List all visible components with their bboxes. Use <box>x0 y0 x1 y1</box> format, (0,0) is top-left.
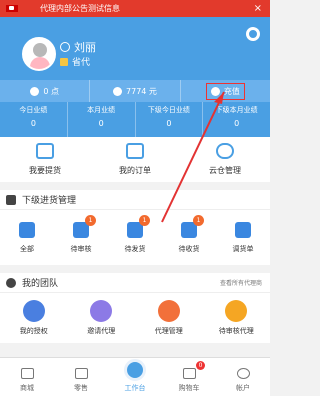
agent-management[interactable]: 代理管理 <box>135 293 203 343</box>
tab-workbench[interactable]: 工作台 <box>108 358 162 396</box>
authorization-icon <box>22 300 45 322</box>
stats-row: 今日业绩 0 本月业绩 0 下级今日业绩 0 下级本月业绩 0 <box>0 102 270 137</box>
recharge-cell[interactable]: 充值 <box>179 80 270 102</box>
user-name: 刘丽 <box>74 41 96 54</box>
points-icon <box>30 86 40 96</box>
tab-cart[interactable]: 0 购物车 <box>162 358 216 396</box>
purchase-section-title: 下级进货管理 <box>0 190 270 210</box>
gear-icon[interactable] <box>246 27 260 41</box>
home-icon <box>20 368 34 379</box>
purchase-transfer[interactable]: 调货单 <box>216 210 270 265</box>
count-badge: 1 <box>193 215 204 226</box>
flag-icon <box>6 5 18 12</box>
my-orders-button[interactable]: 我的订单 <box>90 137 180 182</box>
stat-sub-today: 下级今日业绩 0 <box>134 102 203 137</box>
count-badge: 1 <box>85 215 96 226</box>
points-bar: 0 点 7774 元 充值 <box>0 80 270 102</box>
points-cell[interactable]: 0 点 <box>0 80 89 102</box>
purchase-icon <box>6 194 16 205</box>
team-icon <box>6 277 16 288</box>
avatar[interactable] <box>22 37 56 71</box>
pending-agents[interactable]: 待审核代理 <box>203 293 271 343</box>
recharge-button[interactable]: 充值 <box>205 82 245 100</box>
tab-account[interactable]: 帐户 <box>216 358 270 396</box>
cart-icon <box>36 143 54 159</box>
my-authorization[interactable]: 我的授权 <box>0 293 68 343</box>
balance-value: 7774 元 <box>126 86 157 96</box>
view-all-agents-link[interactable]: 查看所有代理商 <box>220 278 262 287</box>
quick-actions: 我要提货 我的订单 云仓管理 <box>0 137 270 182</box>
count-badge: 1 <box>139 215 150 226</box>
purchase-grid: 全部 1 待审核 1 待发货 1 待收货 调货单 <box>0 210 270 265</box>
invite-icon <box>90 300 113 322</box>
agents-icon <box>157 300 180 322</box>
document-icon <box>126 143 144 159</box>
bag-icon <box>74 368 88 379</box>
cart-badge: 0 <box>196 361 205 370</box>
grid-icon <box>19 221 35 238</box>
invite-agent[interactable]: 邀请代理 <box>68 293 136 343</box>
tab-mall[interactable]: 商城 <box>0 358 54 396</box>
user-name-row: 刘丽 <box>60 39 96 55</box>
stat-today: 今日业绩 0 <box>19 106 48 128</box>
tab-bar: 商城 零售 工作台 0 购物车 帐户 <box>0 357 270 396</box>
transfer-icon <box>235 221 251 238</box>
team-section-title: 我的团队 查看所有代理商 <box>0 273 270 293</box>
user-role: 省代 <box>72 58 91 68</box>
pending-agent-icon <box>225 300 248 322</box>
cloud-icon <box>216 143 234 159</box>
notice-text: 代理内部公告测试信息 <box>40 4 120 13</box>
cart-icon <box>182 368 196 379</box>
wallet-icon <box>113 86 123 96</box>
stat-sub-month: 下级本月业绩 0 <box>202 102 270 137</box>
notice-bar[interactable]: 代理内部公告测试信息 × <box>0 0 270 17</box>
tab-retail[interactable]: 零售 <box>54 358 108 396</box>
balance-cell[interactable]: 7774 元 <box>89 80 179 102</box>
workbench-icon <box>124 359 146 381</box>
user-role-row: 省代 <box>60 55 90 68</box>
team-grid: 我的授权 邀请代理 代理管理 待审核代理 <box>0 293 270 343</box>
user-header: 刘丽 省代 0 点 7774 元 充值 今日业绩 0 本月业绩 0 下级今日业绩… <box>0 17 270 137</box>
purchase-pending-review[interactable]: 1 待审核 <box>54 210 108 265</box>
recharge-label: 充值 <box>223 86 240 96</box>
pickup-button[interactable]: 我要提货 <box>0 137 90 182</box>
purchase-all[interactable]: 全部 <box>0 210 54 265</box>
user-icon <box>236 368 250 379</box>
recharge-icon <box>210 86 220 96</box>
cloud-warehouse-button[interactable]: 云仓管理 <box>180 137 270 182</box>
close-icon[interactable]: × <box>254 3 262 14</box>
user-icon <box>60 42 70 52</box>
stat-month: 本月业绩 0 <box>66 102 135 137</box>
purchase-pending-ship[interactable]: 1 待发货 <box>108 210 162 265</box>
points-value: 0 点 <box>43 86 59 96</box>
level-icon <box>60 57 68 66</box>
purchase-pending-receive[interactable]: 1 待收货 <box>162 210 216 265</box>
